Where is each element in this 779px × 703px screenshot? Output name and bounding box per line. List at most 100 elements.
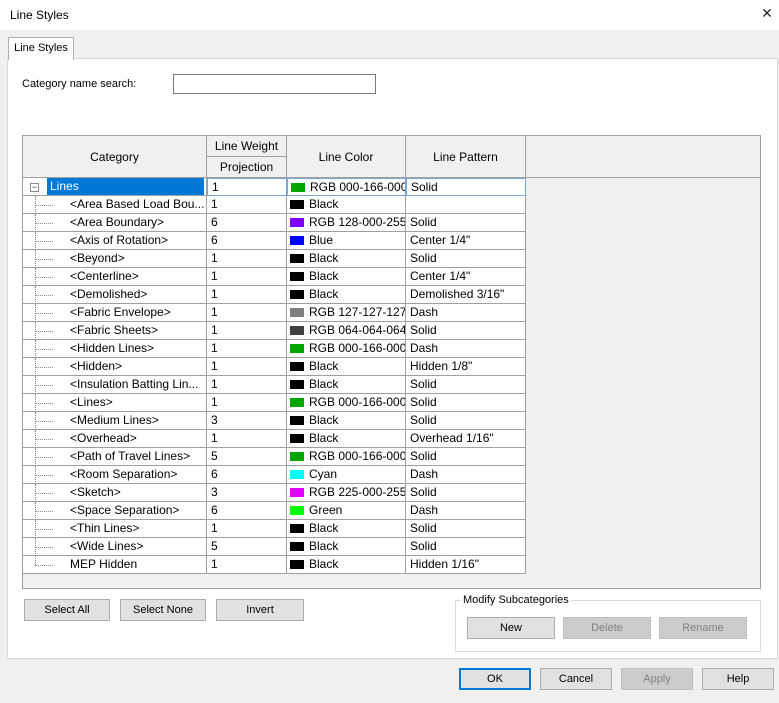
line-pattern-cell[interactable]: Overhead 1/16" [406, 430, 526, 448]
line-color-cell[interactable]: RGB 128-000-255 [287, 214, 406, 232]
line-color-cell[interactable]: RGB 225-000-255 [287, 484, 406, 502]
line-weight-cell[interactable]: 6 [207, 466, 287, 484]
table-row[interactable]: <Thin Lines> 1 Black Solid [23, 520, 526, 538]
line-color-cell[interactable]: Black [287, 358, 406, 376]
table-row[interactable]: <Hidden> 1 Black Hidden 1/8" [23, 358, 526, 376]
category-cell[interactable]: <Demolished> [23, 286, 207, 304]
line-pattern-cell[interactable]: Solid [406, 376, 526, 394]
category-cell[interactable]: <Insulation Batting Lin... [23, 376, 207, 394]
header-line-weight[interactable]: Line Weight [207, 136, 287, 157]
ok-button[interactable]: OK [459, 668, 531, 690]
line-color-cell[interactable]: Blue [287, 232, 406, 250]
category-cell[interactable]: <Room Separation> [23, 466, 207, 484]
apply-button[interactable]: Apply [621, 668, 693, 690]
category-cell[interactable]: <Hidden Lines> [23, 340, 207, 358]
line-pattern-cell[interactable]: Hidden 1/8" [406, 358, 526, 376]
line-color-cell[interactable]: Black [287, 376, 406, 394]
line-color-cell[interactable]: Black [287, 538, 406, 556]
line-pattern-cell[interactable] [406, 196, 526, 214]
line-pattern-cell[interactable]: Solid [406, 178, 526, 196]
table-row[interactable]: <Room Separation> 6 Cyan Dash [23, 466, 526, 484]
line-weight-cell[interactable]: 3 [207, 484, 287, 502]
category-cell[interactable]: <Hidden> [23, 358, 207, 376]
line-weight-cell[interactable]: 1 [207, 340, 287, 358]
table-row[interactable]: <Sketch> 3 RGB 225-000-255 Solid [23, 484, 526, 502]
table-row[interactable]: <Path of Travel Lines> 5 RGB 000-166-000 So… [23, 448, 526, 466]
line-pattern-cell[interactable]: Dash [406, 502, 526, 520]
category-cell[interactable]: <Overhead> [23, 430, 207, 448]
line-color-cell[interactable]: Black [287, 430, 406, 448]
table-row[interactable]: <Centerline> 1 Black Center 1/4" [23, 268, 526, 286]
table-row[interactable]: <Area Based Load Bou... 1 Black [23, 196, 526, 214]
line-weight-cell[interactable]: 1 [207, 394, 287, 412]
line-color-cell[interactable]: Black [287, 520, 406, 538]
line-weight-cell[interactable]: 1 [207, 304, 287, 322]
line-pattern-cell[interactable]: Solid [406, 250, 526, 268]
line-pattern-cell[interactable]: Dash [406, 340, 526, 358]
table-row[interactable]: <Overhead> 1 Black Overhead 1/16" [23, 430, 526, 448]
category-cell[interactable]: <Space Separation> [23, 502, 207, 520]
category-cell[interactable]: <Path of Travel Lines> [23, 448, 207, 466]
line-pattern-cell[interactable]: Solid [406, 448, 526, 466]
line-weight-cell[interactable]: 5 [207, 538, 287, 556]
category-cell[interactable]: <Wide Lines> [23, 538, 207, 556]
line-color-cell[interactable]: RGB 000-166-000 [287, 178, 406, 196]
category-cell[interactable]: <Axis of Rotation> [23, 232, 207, 250]
line-pattern-cell[interactable]: Solid [406, 322, 526, 340]
line-pattern-cell[interactable]: Solid [406, 520, 526, 538]
new-button[interactable]: New [467, 617, 555, 639]
line-pattern-cell[interactable]: Solid [406, 394, 526, 412]
line-weight-cell[interactable]: 3 [207, 412, 287, 430]
select-none-button[interactable]: Select None [120, 599, 206, 621]
table-row[interactable]: MEP Hidden 1 Black Hidden 1/16" [23, 556, 526, 574]
line-color-cell[interactable]: Black [287, 412, 406, 430]
close-icon[interactable]: ✕ [757, 3, 777, 23]
table-row[interactable]: <Beyond> 1 Black Solid [23, 250, 526, 268]
header-line-pattern[interactable]: Line Pattern [406, 136, 526, 178]
line-color-cell[interactable]: RGB 127-127-127 [287, 304, 406, 322]
line-color-cell[interactable]: Black [287, 556, 406, 574]
line-color-cell[interactable]: Black [287, 196, 406, 214]
tab-line-styles[interactable]: Line Styles [8, 37, 74, 60]
line-pattern-cell[interactable]: Center 1/4" [406, 268, 526, 286]
category-cell[interactable]: <Lines> [23, 394, 207, 412]
line-color-cell[interactable]: Black [287, 268, 406, 286]
invert-button[interactable]: Invert [216, 599, 304, 621]
line-weight-cell[interactable]: 1 [207, 430, 287, 448]
table-row[interactable]: <Fabric Envelope> 1 RGB 127-127-127 Dash [23, 304, 526, 322]
line-weight-cell[interactable]: 1 [207, 178, 287, 196]
table-row[interactable]: <Hidden Lines> 1 RGB 000-166-000 Dash [23, 340, 526, 358]
line-weight-cell[interactable]: 6 [207, 232, 287, 250]
line-weight-cell[interactable]: 5 [207, 448, 287, 466]
line-weight-cell[interactable]: 1 [207, 520, 287, 538]
line-color-cell[interactable]: Green [287, 502, 406, 520]
line-pattern-cell[interactable]: Hidden 1/16" [406, 556, 526, 574]
line-color-cell[interactable]: RGB 000-166-000 [287, 340, 406, 358]
line-weight-cell[interactable]: 1 [207, 196, 287, 214]
category-cell[interactable]: <Fabric Sheets> [23, 322, 207, 340]
delete-button[interactable]: Delete [563, 617, 651, 639]
category-cell[interactable]: <Fabric Envelope> [23, 304, 207, 322]
table-row[interactable]: <Wide Lines> 5 Black Solid [23, 538, 526, 556]
line-weight-cell[interactable]: 6 [207, 214, 287, 232]
table-row[interactable]: <Axis of Rotation> 6 Blue Center 1/4" [23, 232, 526, 250]
table-row[interactable]: − Lines 1 RGB 000-166-000 Solid [23, 178, 526, 196]
table-row[interactable]: <Demolished> 1 Black Demolished 3/16" [23, 286, 526, 304]
table-row[interactable]: <Lines> 1 RGB 000-166-000 Solid [23, 394, 526, 412]
line-pattern-cell[interactable]: Dash [406, 466, 526, 484]
line-color-cell[interactable]: Cyan [287, 466, 406, 484]
line-pattern-cell[interactable]: Solid [406, 538, 526, 556]
line-color-cell[interactable]: Black [287, 250, 406, 268]
header-category[interactable]: Category [23, 136, 207, 178]
select-all-button[interactable]: Select All [24, 599, 110, 621]
header-projection[interactable]: Projection [207, 157, 287, 178]
help-button[interactable]: Help [702, 668, 774, 690]
collapse-minus-icon[interactable]: − [30, 183, 39, 192]
category-search-input[interactable] [173, 74, 376, 94]
category-cell[interactable]: MEP Hidden [23, 556, 207, 574]
category-cell[interactable]: <Sketch> [23, 484, 207, 502]
line-color-cell[interactable]: RGB 064-064-064 [287, 322, 406, 340]
line-weight-cell[interactable]: 1 [207, 286, 287, 304]
table-row[interactable]: <Insulation Batting Lin... 1 Black Solid [23, 376, 526, 394]
line-color-cell[interactable]: Black [287, 286, 406, 304]
